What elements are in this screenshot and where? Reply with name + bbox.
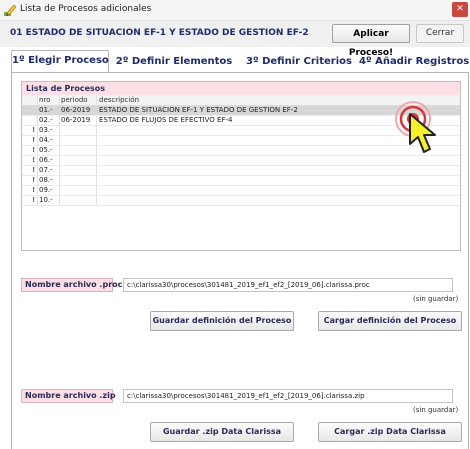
row-nro: 03.- <box>39 126 53 134</box>
tab-definir-criterios[interactable]: 3º Definir Criterios <box>243 52 355 72</box>
warning-icon: ! <box>32 126 36 134</box>
row-periodo: 06-2019 <box>61 116 91 124</box>
warning-icon: ! <box>32 196 36 204</box>
tab-strip: 1º Elegir Proceso 2º Definir Elementos 3… <box>11 50 469 73</box>
row-nro: 06.- <box>39 156 53 164</box>
row-nro: 07.- <box>39 166 53 174</box>
save-process-definition-button[interactable]: Guardar definición del Proceso <box>150 311 294 331</box>
table-row[interactable]: ! 09.- <box>22 186 460 196</box>
row-nro: 04.- <box>39 136 53 144</box>
row-descripcion: ESTADO DE FLUJOS DE EFECTIVO EF-4 <box>99 116 233 124</box>
selected-process-name: 01 ESTADO DE SITUACION EF-1 Y ESTADO DE … <box>10 28 309 38</box>
row-nro: 01.- <box>39 106 53 114</box>
row-nro: 09.- <box>39 186 53 194</box>
column-header-nro[interactable]: nro <box>39 96 50 104</box>
load-zip-data-button[interactable]: Cargar .zip Data Clarissa <box>318 422 462 442</box>
row-nro: 05.- <box>39 146 53 154</box>
zip-file-label: Nombre archivo .zip <box>21 389 116 403</box>
table-row[interactable]: ! 07.- <box>22 166 460 176</box>
column-header-periodo[interactable]: periodo <box>61 96 88 104</box>
row-descripcion: ESTADO DE SITUACION EF-1 Y ESTADO DE GES… <box>99 106 298 114</box>
table-row[interactable]: ! 08.- <box>22 176 460 186</box>
table-row[interactable]: ! 05.- <box>22 146 460 156</box>
load-process-definition-button[interactable]: Cargar definición del Proceso <box>318 311 462 331</box>
table-row[interactable]: ! 06.- <box>22 156 460 166</box>
row-nro: 10.- <box>39 196 53 204</box>
process-list-title: Lista de Procesos <box>22 82 460 95</box>
mouse-cursor-icon <box>409 113 436 153</box>
pencil-icon <box>4 4 17 16</box>
warning-icon: ! <box>32 166 36 174</box>
table-row[interactable]: ! 10.- <box>22 196 460 206</box>
tab-anadir-registros[interactable]: 4º Añadir Registros <box>359 52 469 72</box>
column-header-descripcion[interactable]: descripción <box>99 96 139 104</box>
row-nro: 08.- <box>39 176 53 184</box>
apply-process-button[interactable]: Aplicar Proceso! <box>332 24 410 58</box>
row-periodo: 06-2019 <box>61 106 91 114</box>
zip-file-status: (sin guardar) <box>413 406 459 414</box>
zip-file-field[interactable]: c:\clarissa30\procesos\301481_2019_ef1_e… <box>123 389 453 403</box>
tab-elegir-proceso[interactable]: 1º Elegir Proceso <box>11 50 109 73</box>
warning-icon: ! <box>32 146 36 154</box>
proc-file-field[interactable]: c:\clarissa30\procesos\301481_2019_ef1_e… <box>123 278 453 292</box>
proc-file-status: (sin guardar) <box>413 295 459 303</box>
title-bar: Lista de Procesos adicionales ✕ <box>0 0 470 21</box>
warning-icon: ! <box>32 176 36 184</box>
close-icon: ✕ <box>456 4 464 14</box>
tab-definir-elementos[interactable]: 2º Definir Elementos <box>115 52 233 72</box>
close-button[interactable]: Cerrar <box>416 24 464 43</box>
warning-icon: ! <box>32 156 36 164</box>
process-header: 01 ESTADO DE SITUACION EF-1 Y ESTADO DE … <box>0 21 470 58</box>
save-zip-data-button[interactable]: Guardar .zip Data Clarissa <box>150 422 294 442</box>
warning-icon: ! <box>32 186 36 194</box>
row-nro: 02.- <box>39 116 53 124</box>
window-close-button[interactable]: ✕ <box>452 2 468 17</box>
warning-icon: ! <box>32 136 36 144</box>
proc-file-label: Nombre archivo .proc <box>21 278 122 292</box>
window-title: Lista de Procesos adicionales <box>20 4 152 14</box>
